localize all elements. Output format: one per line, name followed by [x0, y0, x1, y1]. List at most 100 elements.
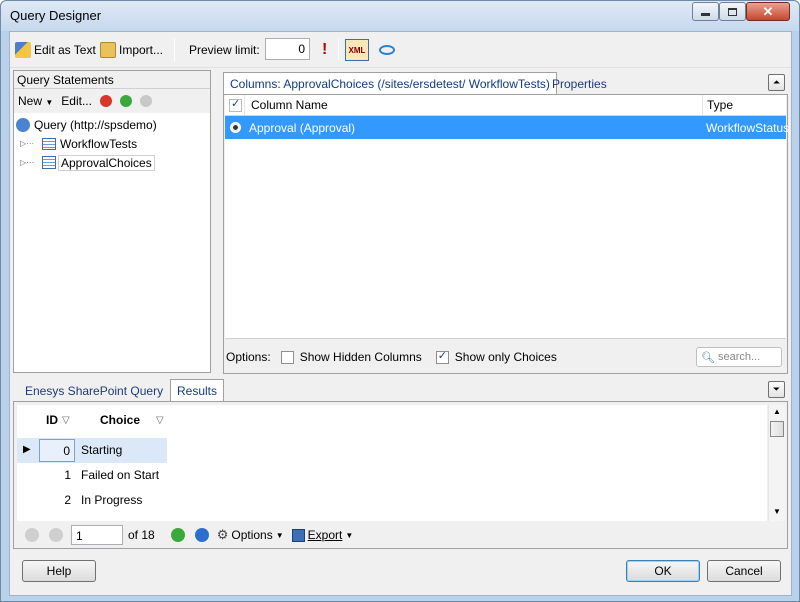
scroll-up-icon[interactable]: ▲ — [773, 407, 781, 416]
result-row[interactable]: 1 Failed on Start — [17, 463, 167, 488]
column-row[interactable]: Approval (Approval) WorkflowStatus — [225, 116, 789, 139]
window-title: Query Designer — [10, 8, 102, 23]
filter-icon[interactable]: ▽ — [62, 415, 70, 426]
results-navigator: 1 of 18 ⚙ Options ▼ Export ▼ — [17, 523, 783, 547]
toolbar-separator-2 — [338, 39, 339, 61]
column-header-type[interactable]: Type — [703, 95, 785, 115]
previous-page-icon[interactable] — [49, 528, 63, 542]
help-button[interactable]: Help — [22, 560, 96, 582]
show-hidden-columns-checkbox[interactable] — [280, 350, 294, 364]
column-name-cell: Approval (Approval) — [249, 120, 356, 135]
result-id-cell: 2 — [64, 493, 71, 507]
gear-icon: ⚙ — [216, 527, 229, 542]
result-choice-cell: Failed on Start — [81, 468, 160, 482]
query-statements-panel: Query Statements New ▼ Edit... Query (ht… — [13, 70, 211, 373]
search-box[interactable]: 🔍︎ search... — [696, 347, 782, 367]
options-label: Options — [231, 528, 273, 542]
page-number-input[interactable]: 1 — [71, 525, 123, 545]
page-count-label: of 18 — [128, 528, 155, 542]
tab-columns[interactable]: Columns: ApprovalChoices (/sites/ersdete… — [223, 72, 557, 94]
tab-properties[interactable]: Properties — [545, 72, 614, 94]
import-label: Import... — [119, 43, 164, 57]
tree-node-label: Query (http://spsdemo) — [34, 117, 157, 132]
row-radio[interactable] — [225, 122, 245, 133]
preview-limit-label: Preview limit: — [189, 43, 260, 57]
last-page-icon[interactable] — [194, 528, 209, 542]
preview-eye-button[interactable] — [379, 40, 395, 60]
query-statements-header: Query Statements — [14, 71, 210, 89]
column-header-name[interactable]: Column Name — [245, 95, 703, 115]
import-button[interactable]: Import... — [100, 40, 163, 60]
columns-grid: Column Name Type Approval (Approval) Wor… — [225, 95, 789, 339]
next-page-icon[interactable] — [170, 528, 185, 542]
tree-node-workflowtests[interactable]: ▷··· WorkflowTests — [16, 134, 208, 153]
scroll-thumb[interactable] — [770, 421, 784, 437]
chevron-down-icon: ⏷ — [772, 384, 781, 394]
results-header-id[interactable]: ID ▽ — [46, 413, 70, 427]
options-menu[interactable]: ⚙ Options ▼ — [217, 527, 284, 543]
dropdown-arrow-icon: ▼ — [345, 530, 354, 540]
tab-results[interactable]: Results — [170, 379, 225, 401]
new-label: New — [18, 94, 43, 108]
export-menu[interactable]: Export ▼ — [291, 528, 354, 542]
options-label: Options: — [226, 350, 271, 364]
columns-panel: Column Name Type Approval (Approval) Wor… — [223, 94, 789, 374]
current-row-indicator-icon: ▶ — [23, 444, 31, 455]
result-id-cell: 1 — [64, 468, 71, 482]
result-row[interactable]: ▶ 0 Starting — [17, 438, 167, 463]
tab-enesys-sharepoint-query[interactable]: Enesys SharePoint Query — [18, 379, 170, 401]
header-choice-label: Choice — [100, 413, 141, 427]
delete-icon[interactable] — [99, 95, 112, 107]
minimize-button[interactable] — [692, 2, 719, 21]
choices-list-icon — [42, 156, 56, 169]
results-panel: ID ▽ Choice ▽ ▶ 0 Starting 1 Failed on S… — [13, 401, 788, 549]
xml-icon: XML — [348, 45, 366, 55]
result-id-cell[interactable]: 0 — [39, 439, 75, 462]
expand-icon: ▷··· — [20, 158, 35, 167]
maximize-icon — [728, 7, 737, 16]
search-icon: 🔍︎ — [701, 351, 715, 364]
close-icon: ✕ — [762, 3, 774, 19]
move-down-icon[interactable] — [139, 95, 152, 107]
xml-toggle-button[interactable]: XML — [345, 39, 369, 61]
filter-icon[interactable]: ▽ — [156, 415, 164, 426]
result-choice-cell: Starting — [81, 443, 123, 457]
new-button[interactable]: New ▼ — [18, 94, 53, 108]
results-header-choice[interactable]: Choice ▽ — [100, 413, 164, 427]
toolbar: Edit as Text Import... Preview limit: 0 … — [10, 32, 791, 68]
ok-button[interactable]: OK — [626, 560, 700, 582]
export-label: Export — [307, 528, 343, 542]
database-icon — [16, 117, 30, 132]
edit-button[interactable]: Edit... — [61, 94, 92, 108]
maximize-button[interactable] — [719, 2, 746, 21]
show-hidden-columns-label: Show Hidden Columns — [299, 350, 422, 364]
title-bar: Query Designer ✕ — [1, 1, 799, 31]
results-scrollbar[interactable]: ▲ ▼ — [768, 405, 785, 521]
edit-as-text-button[interactable]: Edit as Text — [15, 40, 96, 60]
chevron-up-icon: ⏶ — [772, 77, 781, 87]
execute-icon[interactable]: ! — [322, 40, 327, 60]
collapse-down-button[interactable]: ⏷ — [768, 381, 785, 398]
preview-limit-input[interactable]: 0 — [265, 38, 310, 60]
collapse-up-button[interactable]: ⏶ — [768, 74, 785, 91]
result-row[interactable]: 2 In Progress — [17, 488, 167, 513]
tree-node-label: WorkflowTests — [60, 136, 138, 151]
header-id-label: ID — [46, 413, 58, 427]
tree-node-approvalchoices[interactable]: ▷··· ApprovalChoices — [16, 153, 208, 172]
tree-node-label: ApprovalChoices — [58, 154, 155, 171]
first-page-icon[interactable] — [25, 528, 39, 542]
columns-tabs: Columns: ApprovalChoices (/sites/ersdete… — [223, 72, 788, 94]
scroll-down-icon[interactable]: ▼ — [773, 507, 781, 516]
select-all-checkbox[interactable] — [225, 95, 245, 115]
close-button[interactable]: ✕ — [746, 2, 790, 21]
show-only-choices-checkbox[interactable] — [435, 349, 449, 364]
bottom-tabs: Enesys SharePoint Query Results ⏷ — [13, 379, 788, 401]
toolbar-separator — [174, 39, 175, 61]
dropdown-arrow-icon: ▼ — [275, 530, 284, 540]
result-choice-cell: In Progress — [81, 493, 143, 507]
minimize-icon — [701, 13, 710, 16]
move-up-icon[interactable] — [119, 95, 132, 107]
cancel-button[interactable]: Cancel — [707, 560, 781, 582]
tree-node-query[interactable]: Query (http://spsdemo) — [16, 115, 208, 134]
options-bar: Options: Show Hidden Columns Show only C… — [226, 346, 784, 368]
